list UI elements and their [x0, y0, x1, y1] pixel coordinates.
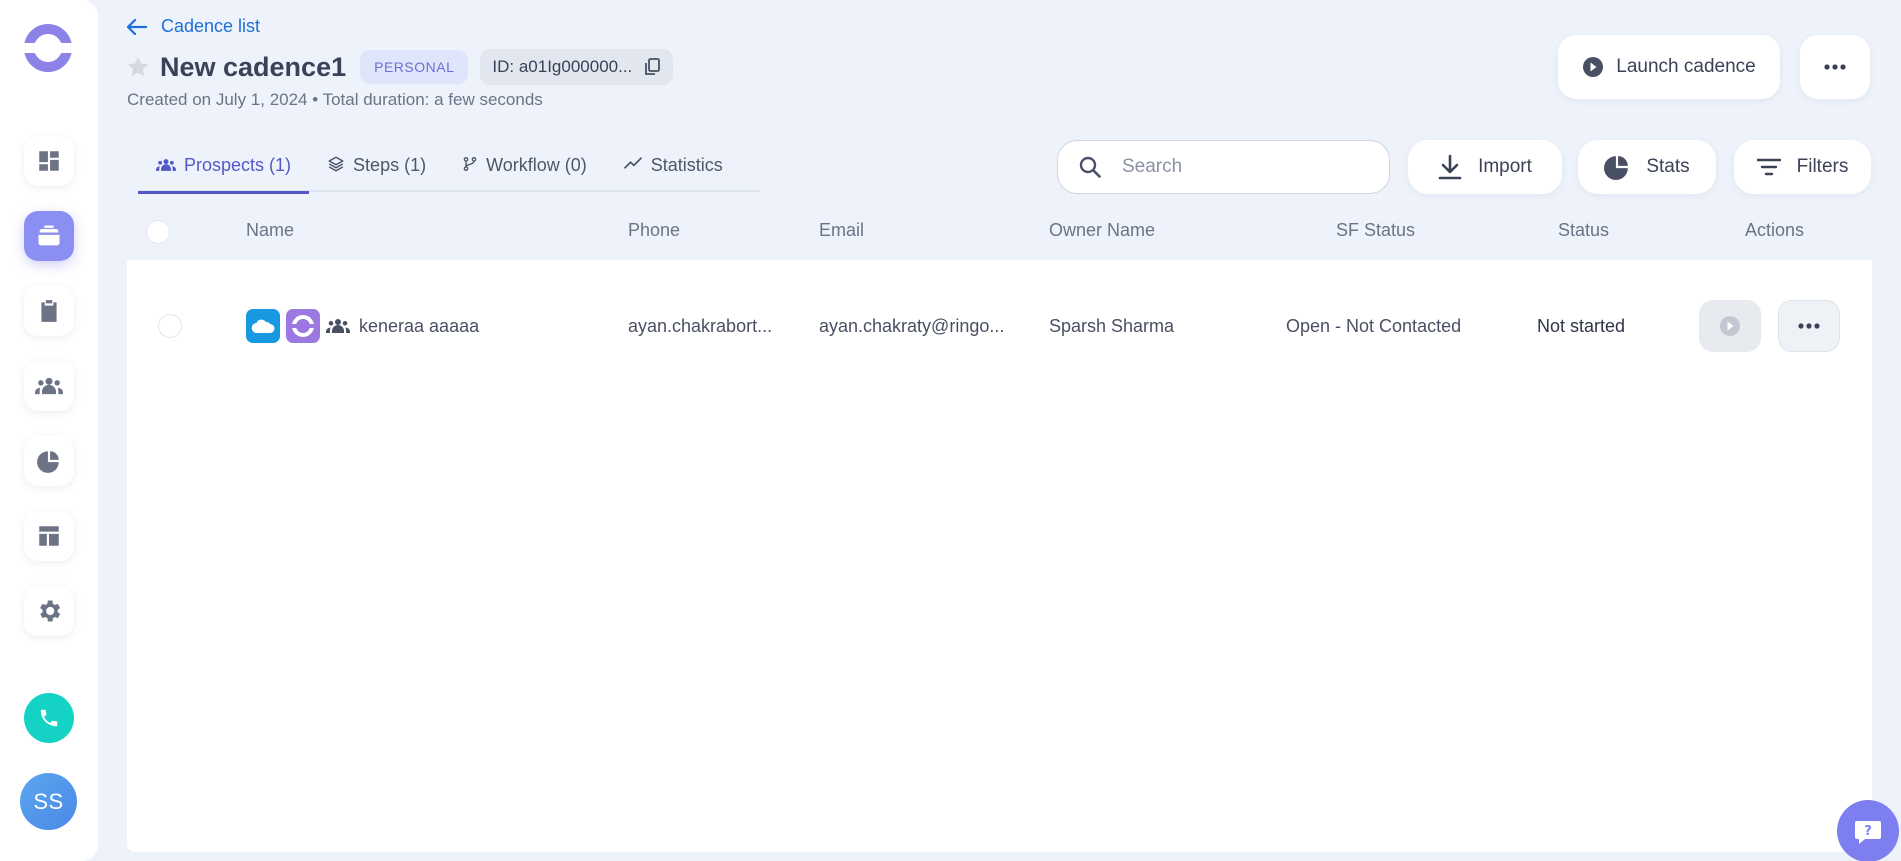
row-more-options-button[interactable]: [1778, 300, 1840, 352]
stats-label: Stats: [1646, 156, 1690, 177]
column-sf-status: SF Status: [1336, 220, 1416, 240]
filters-button[interactable]: Filters: [1734, 140, 1871, 194]
app-contact-icon[interactable]: [286, 309, 320, 343]
row-checkbox[interactable]: [158, 314, 182, 338]
import-button[interactable]: Import: [1408, 140, 1562, 194]
favorite-star-icon[interactable]: [126, 55, 150, 79]
settings-gear-icon: [40, 600, 61, 622]
table-header: Name Phone Email Owner Name SF Status St…: [127, 214, 1872, 260]
column-actions: Actions: [1745, 220, 1805, 240]
tab-steps-label: Steps (1): [353, 155, 427, 175]
id-text: ID: a01Ig000000...: [492, 57, 633, 76]
launch-cadence-button[interactable]: Launch cadence: [1558, 35, 1780, 99]
tab-statistics[interactable]: Statistics: [605, 148, 741, 192]
trend-icon: [623, 157, 642, 169]
layers-icon: [328, 156, 344, 172]
search-input[interactable]: [1122, 156, 1342, 178]
more-horizontal-icon: [1824, 64, 1846, 70]
launch-cadence-label: Launch cadence: [1616, 56, 1756, 77]
tab-statistics-label: Statistics: [650, 155, 723, 175]
column-status: Status: [1558, 220, 1610, 240]
title-row: New cadence1 PERSONAL ID: a01Ig000000...: [126, 48, 674, 86]
help-chat-button[interactable]: ?: [1837, 800, 1899, 861]
back-link-label: Cadence list: [161, 16, 261, 36]
column-email: Email: [819, 220, 865, 240]
people-icon: [156, 159, 176, 171]
user-avatar[interactable]: SS: [20, 773, 77, 830]
dialer-button[interactable]: [24, 693, 74, 743]
stats-button[interactable]: Stats: [1578, 140, 1716, 194]
salesforce-cloud-icon[interactable]: [246, 309, 280, 343]
pie-chart-icon: [37, 451, 59, 473]
play-circle-icon: [1583, 57, 1604, 77]
personal-badge: PERSONAL: [360, 50, 469, 84]
svg-text:?: ?: [1864, 824, 1872, 839]
sidebar-item-settings[interactable]: [24, 586, 74, 636]
table-row[interactable]: keneraa aaaaa ayan.chakrabort... ayan.ch…: [127, 290, 1872, 362]
search-icon: [1079, 156, 1101, 178]
column-phone: Phone: [628, 220, 681, 240]
sidebar-item-prospects[interactable]: [24, 361, 74, 411]
sidebar-item-analytics[interactable]: [24, 436, 74, 486]
tab-steps[interactable]: Steps (1): [309, 148, 444, 192]
prospects-table: keneraa aaaaa ayan.chakrabort... ayan.ch…: [127, 260, 1872, 852]
import-label: Import: [1478, 156, 1532, 177]
prospect-name-cell: keneraa aaaaa: [246, 290, 479, 362]
select-all-checkbox[interactable]: [146, 220, 170, 244]
sidebar-item-cadences[interactable]: [24, 211, 74, 261]
prospect-status: Not started: [1537, 315, 1626, 336]
tasks-clipboard-icon: [41, 300, 57, 322]
play-circle-icon: [1720, 316, 1740, 336]
sidebar: SS: [0, 0, 98, 861]
copy-icon[interactable]: [644, 58, 661, 76]
prospect-phone: ayan.chakrabort...: [628, 315, 773, 336]
download-icon: [1438, 154, 1462, 180]
branch-icon: [463, 157, 477, 171]
start-prospect-button[interactable]: [1699, 300, 1761, 352]
tab-workflow-label: Workflow (0): [486, 155, 587, 175]
prospect-name[interactable]: keneraa aaaaa: [359, 316, 479, 337]
people-icon: [35, 377, 63, 395]
more-options-button[interactable]: [1800, 35, 1870, 99]
cadences-icon: [38, 225, 60, 246]
arrow-left-icon: [127, 18, 147, 35]
filters-label: Filters: [1796, 156, 1849, 177]
column-owner-name: Owner Name: [1049, 220, 1156, 240]
tab-prospects[interactable]: Prospects (1): [138, 148, 310, 194]
help-chat-icon: ?: [1855, 821, 1881, 844]
more-horizontal-icon: [1798, 323, 1820, 329]
phone-icon: [40, 709, 58, 727]
prospect-sf-status: Open - Not Contacted: [1286, 315, 1462, 336]
sidebar-item-dashboard[interactable]: [24, 136, 74, 186]
filter-lines-icon: [1756, 158, 1781, 176]
cadence-tabs: Prospects (1) Steps (1) Workflow (0) Sta…: [138, 148, 760, 194]
app-logo[interactable]: [23, 23, 73, 73]
tab-prospects-label: Prospects (1): [184, 155, 292, 175]
page-title: New cadence1: [160, 51, 347, 82]
prospect-owner: Sparsh Sharma: [1049, 315, 1175, 336]
sidebar-item-templates[interactable]: [24, 511, 74, 561]
cadence-id-chip: ID: a01Ig000000...: [480, 49, 674, 85]
search-box: [1057, 140, 1390, 194]
prospect-email: ayan.chakraty@ringo...: [819, 315, 1005, 336]
sidebar-item-tasks[interactable]: [24, 286, 74, 336]
tab-workflow[interactable]: Workflow (0): [444, 148, 605, 192]
pie-chart-icon: [1604, 156, 1629, 180]
templates-layout-icon: [39, 526, 59, 546]
column-name: Name: [246, 220, 295, 240]
back-to-cadence-list-link[interactable]: Cadence list: [127, 16, 260, 37]
dashboard-icon: [39, 151, 59, 171]
people-icon: [326, 319, 350, 333]
cadence-meta: Created on July 1, 2024 • Total duration…: [127, 90, 543, 109]
